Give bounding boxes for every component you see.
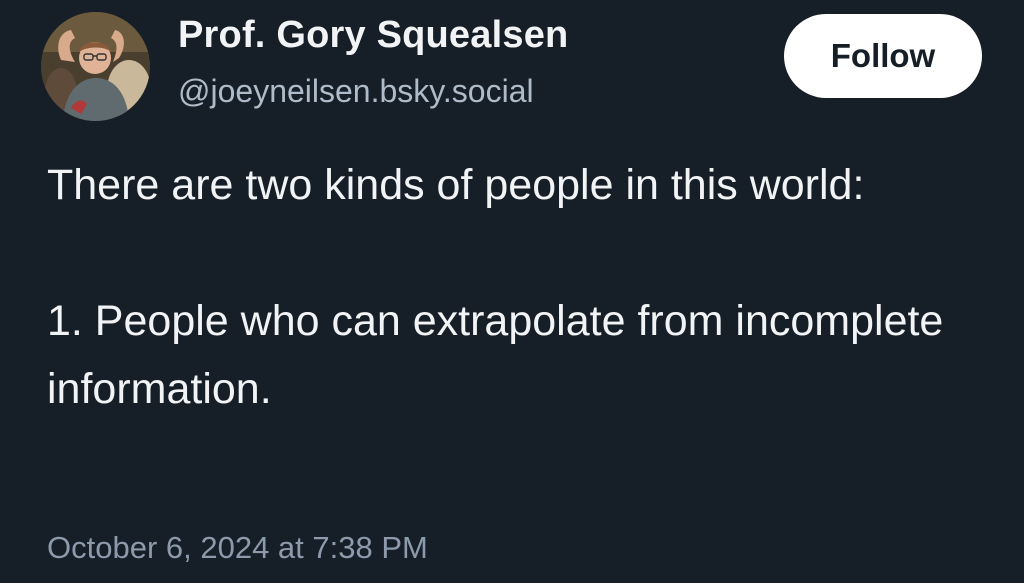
profile-photo-icon	[41, 12, 150, 121]
post-card: Prof. Gory Squealsen @joeyneilsen.bsky.s…	[0, 0, 1024, 583]
avatar[interactable]	[41, 12, 150, 121]
post-paragraph: 1. People who can extrapolate from incom…	[47, 297, 944, 413]
post-text: There are two kinds of people in this wo…	[47, 151, 977, 423]
author-display-name[interactable]: Prof. Gory Squealsen	[178, 14, 568, 57]
author-handle[interactable]: @joeyneilsen.bsky.social	[178, 73, 534, 110]
follow-button[interactable]: Follow	[784, 14, 982, 98]
post-paragraph: There are two kinds of people in this wo…	[47, 161, 865, 209]
post-timestamp[interactable]: October 6, 2024 at 7:38 PM	[47, 530, 428, 566]
